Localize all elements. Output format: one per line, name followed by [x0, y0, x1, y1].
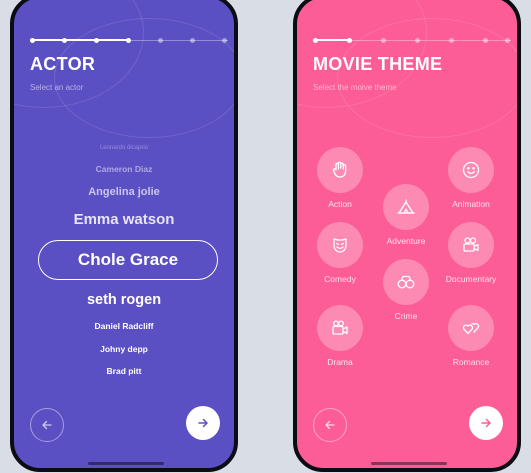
- onboarding-progress: [30, 36, 228, 46]
- selected-actor[interactable]: Chole Grace: [38, 240, 218, 280]
- theme-romance[interactable]: Romance: [431, 305, 511, 367]
- handcuffs-icon: [397, 275, 415, 289]
- next-button[interactable]: [186, 406, 220, 440]
- home-indicator: [371, 462, 447, 465]
- arrow-right-icon: [481, 418, 491, 428]
- next-button[interactable]: [469, 406, 503, 440]
- page-title: ACTOR: [30, 54, 96, 74]
- actor-option[interactable]: Emma watson: [14, 211, 234, 228]
- home-indicator: [88, 462, 164, 465]
- fist-icon: [332, 161, 347, 178]
- actor-option[interactable]: Leonardo dicaprio: [14, 145, 234, 151]
- theme-drama[interactable]: Drama: [300, 305, 380, 367]
- smiley-icon: [462, 161, 480, 179]
- actor-option[interactable]: seth rogen: [14, 292, 234, 308]
- page-subtitle: Select the moive theme: [313, 83, 397, 92]
- hearts-icon: [462, 322, 480, 335]
- actor-option[interactable]: Angelina jolie: [14, 186, 234, 198]
- page-subtitle: Select an actor: [30, 83, 84, 92]
- page-title: MOVIE THEME: [313, 54, 443, 74]
- back-button[interactable]: [30, 408, 64, 442]
- arrow-right-icon: [198, 418, 208, 428]
- actor-screen: ACTOR Select an actor Leonardo dicaprio …: [10, 0, 238, 472]
- arrow-left-icon: [325, 420, 335, 430]
- tent-icon: [397, 199, 415, 214]
- actor-option[interactable]: Cameron Diaz: [14, 164, 234, 174]
- film-camera-icon: [463, 237, 479, 252]
- actor-option[interactable]: Daniel Radcliff: [14, 321, 234, 331]
- actor-option[interactable]: Brad pitt: [14, 366, 234, 376]
- theme-label: Drama: [327, 357, 353, 367]
- actor-option[interactable]: Johny depp: [14, 344, 234, 354]
- movie-theme-screen: MOVIE THEME Select the moive theme Actio…: [293, 0, 521, 472]
- back-button[interactable]: [313, 408, 347, 442]
- arrow-left-icon: [42, 420, 52, 430]
- onboarding-progress: [313, 36, 511, 46]
- comedy-mask-icon: [333, 238, 347, 253]
- theme-label: Romance: [452, 357, 490, 367]
- movie-camera-icon: [332, 320, 348, 335]
